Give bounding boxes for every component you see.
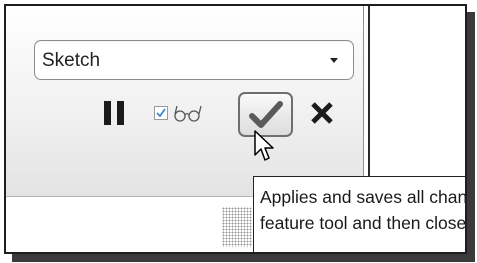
feature-dashboard-panel: Sketch [6,6,364,196]
close-icon[interactable] [310,101,334,125]
preview-checkbox[interactable] [154,106,168,120]
tooltip-line-2: feature tool and then closes the tool. [260,213,467,233]
pause-icon [104,101,111,125]
chevron-down-icon[interactable] [330,58,338,63]
pause-icon-bar [117,101,124,125]
pause-button[interactable] [104,101,126,125]
feature-type-select-value: Sketch [42,50,101,71]
tooltip-line-1: Applies and saves all changes made in th… [260,187,467,207]
glasses-icon[interactable] [173,103,203,123]
checkmark-icon [249,101,283,128]
checkbox-check-icon [156,108,166,118]
apply-tooltip: Applies and saves all changes made in th… [253,176,467,252]
dotted-texture [222,207,252,247]
mouse-pointer-icon [254,130,274,161]
feature-type-select[interactable]: Sketch [34,40,354,80]
screenshot-frame: Sketch Applies and saves all chan featur… [4,4,467,254]
